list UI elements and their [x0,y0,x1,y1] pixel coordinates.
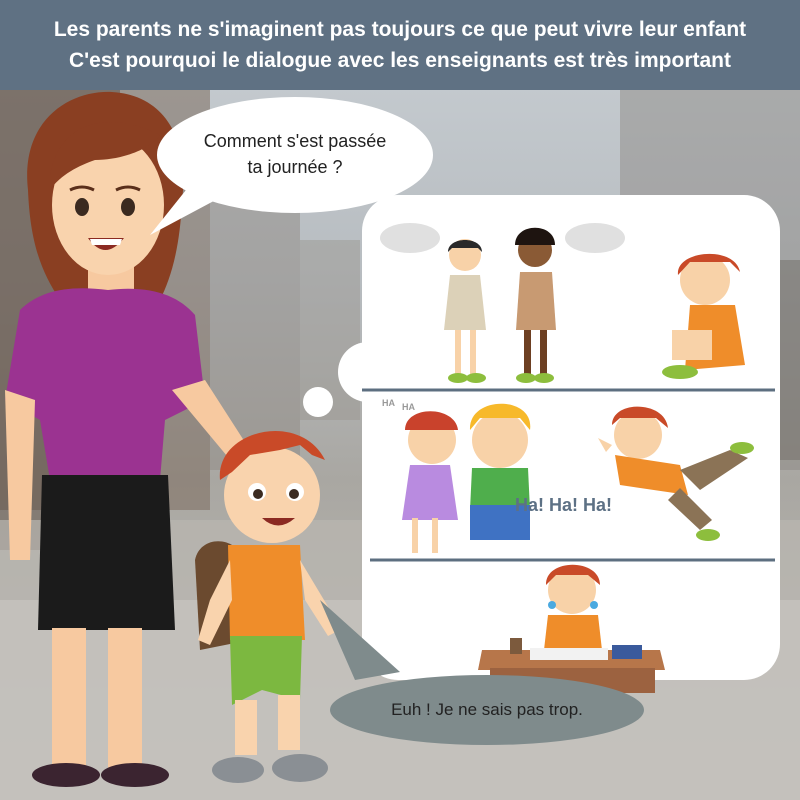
mother-speech-line-2: ta journée ? [247,157,343,177]
mother-speech-text: Comment s'est passée ta journée ? [185,128,405,180]
caption-line-2: C'est pourquoi le dialogue avec les ense… [69,49,731,72]
caption-line-1: Les parents ne s'imaginent pas toujours … [53,18,747,41]
laugh-text: Ha! Ha! Ha! [515,495,613,515]
illustration-canvas [0,90,800,800]
caption-banner: Les parents ne s'imaginent pas toujours … [0,0,800,90]
mother-speech-line-1: Comment s'est passée [203,131,387,151]
ha-label-1: HA [382,398,395,408]
ha-label-2: HA [402,402,415,412]
illustration-scene: Les parents ne s'imaginent pas toujours … [0,0,800,800]
child-speech-text: Euh ! Je ne sais pas trop. [391,700,583,719]
